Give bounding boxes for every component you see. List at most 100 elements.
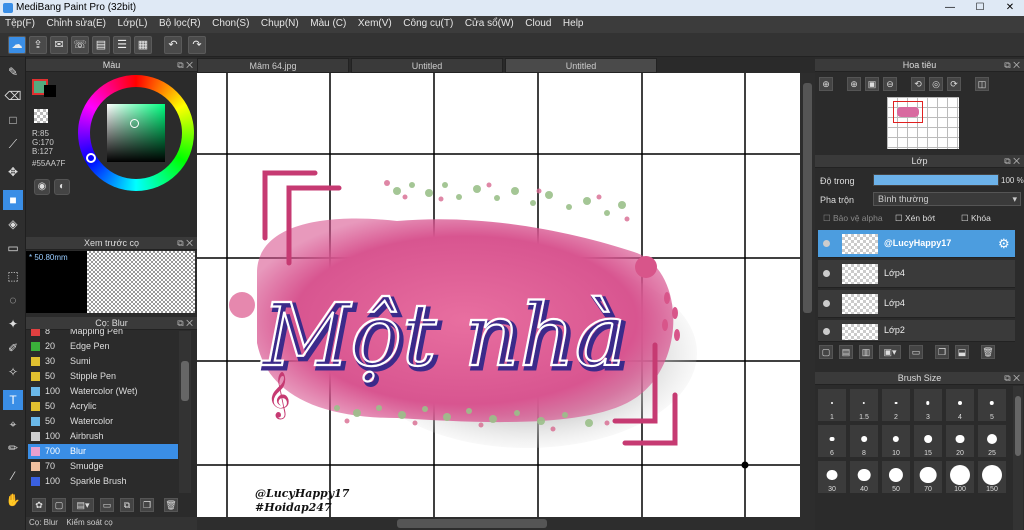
brush-size-cell[interactable]: 8 — [849, 424, 879, 458]
select-eraser-icon[interactable]: ✧ — [3, 362, 23, 382]
palette-edit-icon[interactable]: ◐ — [54, 179, 70, 195]
grid-icon[interactable]: ▦ — [134, 36, 152, 54]
doc-tab-3[interactable]: Untitled — [505, 58, 657, 73]
eraser-tool-icon[interactable]: ⌫ — [3, 86, 23, 106]
menu-snap[interactable]: Chụp(N) — [256, 16, 303, 29]
brush-size-cell[interactable]: 50 — [881, 460, 911, 494]
brush-size-scrollbar[interactable] — [1013, 386, 1023, 530]
eye-icon[interactable] — [823, 270, 830, 277]
menu-help[interactable]: Help — [558, 16, 588, 29]
brush-tool-icon[interactable]: ✎ — [3, 62, 23, 82]
eye-icon[interactable] — [823, 300, 830, 307]
brush-size-cell[interactable]: 5 — [977, 388, 1007, 422]
zoom-fit-icon[interactable]: ⊕ — [847, 77, 861, 91]
text-tool-icon[interactable]: T — [3, 390, 23, 410]
brush-item[interactable]: 20 Edge Pen — [28, 339, 178, 354]
brush-size-cell[interactable]: 3 — [913, 388, 943, 422]
hue-picker-handle[interactable] — [86, 153, 96, 163]
rotate-reset-icon[interactable]: ◎ — [929, 77, 943, 91]
line-tool-icon[interactable]: ⟋ — [3, 134, 23, 154]
brush-item[interactable]: 70 Smudge — [28, 459, 178, 474]
document-icon[interactable]: ▤ — [92, 36, 110, 54]
saturation-value-square[interactable] — [107, 104, 165, 162]
brush-folder-icon[interactable]: ▭ — [100, 498, 114, 512]
clipping-checkbox[interactable]: ☐ Xén bớt — [895, 213, 935, 224]
close-button[interactable]: ✕ — [996, 0, 1024, 16]
hand-tool-icon[interactable]: ✋ — [3, 490, 23, 510]
brush-new-icon[interactable]: ▢ — [52, 498, 66, 512]
eyedropper-icon[interactable]: ⁄ — [3, 466, 23, 486]
layer-row[interactable]: Lớp4 — [818, 290, 1015, 318]
brush-size-cell[interactable]: 70 — [913, 460, 943, 494]
protect-alpha-checkbox[interactable]: ☐ Bảo vệ alpha — [823, 213, 883, 224]
eye-icon[interactable] — [823, 240, 830, 247]
panel-popout-icon[interactable]: ⧉ ✕ — [1004, 155, 1020, 168]
menu-cloud[interactable]: Cloud — [520, 16, 555, 29]
rotate-left-icon[interactable]: ⟲ — [911, 77, 925, 91]
gear-icon[interactable]: ⚙ — [998, 236, 1010, 252]
brush-size-cell[interactable]: 150 — [977, 460, 1007, 494]
layer-row[interactable]: Lớp4 — [818, 260, 1015, 288]
redo-icon[interactable]: ↷ — [188, 36, 206, 54]
navigator-thumbnail[interactable] — [887, 97, 959, 149]
blend-mode-select[interactable]: Bình thường ▾ — [873, 192, 1021, 206]
gradient-tool-icon[interactable]: ▭ — [3, 238, 23, 258]
hue-wheel[interactable] — [78, 75, 194, 191]
eye-icon[interactable] — [823, 328, 830, 335]
doc-tab-2[interactable]: Untitled — [351, 58, 503, 73]
fill-rect-tool-icon[interactable]: ■ — [3, 190, 23, 210]
brush-item[interactable]: 8 Mapping Pen — [28, 329, 178, 339]
drawing-canvas[interactable]: 𝄞 Một nhà Một nhà @LucyHappy17 #Hoidap24… — [197, 73, 800, 517]
brush-size-cell[interactable]: 1 — [817, 388, 847, 422]
menu-color[interactable]: Màu (C) — [305, 16, 350, 29]
brush-copy-icon[interactable]: ⧉ — [120, 498, 134, 512]
menu-tools[interactable]: Công cụ(T) — [398, 16, 457, 29]
rotate-right-icon[interactable]: ⟳ — [947, 77, 961, 91]
undo-icon[interactable]: ↶ — [164, 36, 182, 54]
tab-brush[interactable]: Cọ: Blur — [26, 517, 61, 528]
comment-icon[interactable]: ✉ — [50, 36, 68, 54]
lasso-tool-icon[interactable]: ◌ — [3, 290, 23, 310]
opacity-slider[interactable] — [873, 174, 999, 186]
brush-size-cell[interactable]: 25 — [977, 424, 1007, 458]
select-tool-icon[interactable]: ⬚ — [3, 266, 23, 286]
canvas-horizontal-scrollbar[interactable] — [197, 517, 815, 530]
brush-list-scrollbar[interactable] — [179, 331, 191, 493]
brush-add-icon[interactable]: ✿ — [32, 498, 46, 512]
brush-item[interactable]: 50 Acrylic — [28, 399, 178, 414]
zoom-out-icon[interactable]: ⊖ — [883, 77, 897, 91]
divide-tool-icon[interactable]: ✏ — [3, 438, 23, 458]
brush-duplicate-icon[interactable]: ❐ — [140, 498, 154, 512]
brush-size-cell[interactable]: 30 — [817, 460, 847, 494]
menu-view[interactable]: Xem(V) — [353, 16, 396, 29]
minimize-button[interactable]: — — [936, 0, 964, 16]
merge-layer-icon[interactable]: ⬓ — [955, 345, 969, 359]
panel-popout-icon[interactable]: ⧉ ✕ — [177, 59, 193, 72]
brush-item[interactable]: 100 Sparkle Brush — [28, 474, 178, 489]
brush-size-cell[interactable]: 15 — [913, 424, 943, 458]
new-8bit-layer-icon[interactable]: ▥ — [859, 345, 873, 359]
brush-size-cell[interactable]: 20 — [945, 424, 975, 458]
brush-size-cell[interactable]: 40 — [849, 460, 879, 494]
layer-folder-icon[interactable]: ▭ — [909, 345, 923, 359]
doc-tab-1[interactable]: Mâm 64.jpg — [197, 58, 349, 73]
brush-size-cell[interactable]: 100 — [945, 460, 975, 494]
new-halftone-layer-icon[interactable]: ▤ — [839, 345, 853, 359]
sub-color-swatch[interactable] — [44, 85, 56, 97]
chat-icon[interactable]: ☏ — [71, 36, 89, 54]
zoom-in-icon[interactable]: ⊕ — [819, 77, 833, 91]
menu-select[interactable]: Chon(S) — [207, 16, 253, 29]
panel-popout-icon[interactable]: ⧉ ✕ — [1004, 59, 1020, 72]
tab-brush-control[interactable]: Kiểm soát cọ — [63, 517, 115, 528]
delete-layer-icon[interactable]: 🗑 — [981, 345, 995, 359]
brush-size-cell[interactable]: 10 — [881, 424, 911, 458]
rectangle-tool-icon[interactable]: □ — [3, 110, 23, 130]
duplicate-layer-icon[interactable]: ❐ — [935, 345, 949, 359]
palette-icon[interactable]: ◉ — [34, 179, 50, 195]
magic-wand-icon[interactable]: ✦ — [3, 314, 23, 334]
lock-checkbox[interactable]: ☐ Khóa — [961, 213, 991, 224]
brush-size-cell[interactable]: 6 — [817, 424, 847, 458]
new-layer-icon[interactable]: ▢ — [819, 345, 833, 359]
transparent-swatch[interactable] — [34, 109, 48, 123]
menu-file[interactable]: Tệp(F) — [0, 16, 39, 29]
